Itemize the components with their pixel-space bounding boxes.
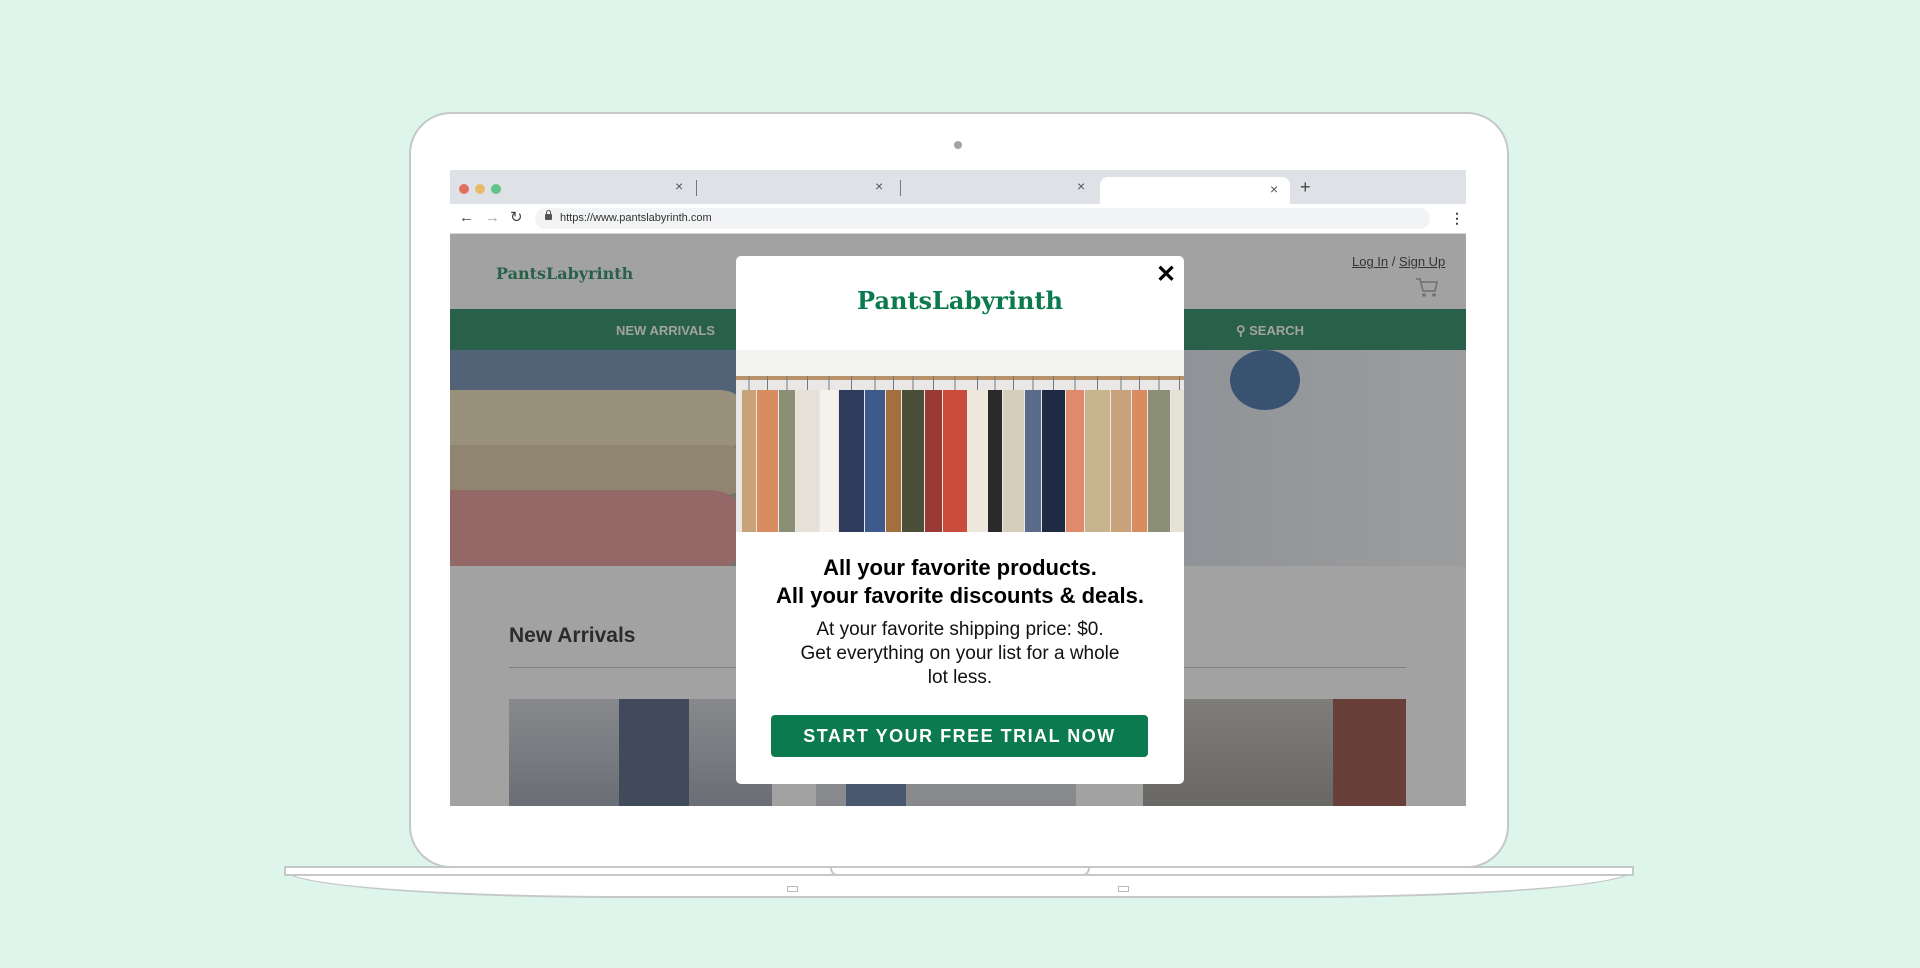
headline-line-1: All your favorite products. [823,555,1097,580]
garment [968,390,987,532]
tab-active[interactable]: × [1100,177,1290,204]
modal-body: At your favorite shipping price: $0. Get… [796,618,1124,690]
tab-close-icon[interactable]: × [1270,181,1278,197]
garment [925,390,942,532]
lock-icon [545,210,552,220]
tab-close-icon[interactable]: × [675,178,683,194]
garment [820,390,838,532]
garment [742,390,756,532]
garment [1025,390,1041,532]
tab-bar: × × × × + [450,170,1466,204]
garment [865,390,885,532]
reload-icon[interactable]: ↻ [510,209,523,227]
garment [886,390,901,532]
modal-logo: PantsLabyrinth [857,286,1063,315]
close-icon[interactable]: ✕ [1156,262,1176,288]
laptop-notch [830,868,1090,876]
clothing-rack-image [736,350,1184,532]
garment [1085,390,1110,532]
garment [1111,390,1131,532]
address-bar-row: ← → ↻ https://www.pantslabyrinth.com ⋮ [450,204,1466,234]
headline-line-2: All your favorite discounts & deals. [776,583,1144,608]
new-tab-icon[interactable]: + [1300,177,1311,197]
start-free-trial-button[interactable]: START YOUR FREE TRIAL NOW [771,715,1148,757]
tab-close-icon[interactable]: × [1077,178,1085,194]
garment [757,390,778,532]
camera-dot [954,141,962,149]
modal-headline: All your favorite products. All your fav… [736,554,1184,610]
url-text: https://www.pantslabyrinth.com [560,212,712,224]
garment [1066,390,1084,532]
window-zoom-dot[interactable] [491,184,501,194]
body-line-1: At your favorite shipping price: $0. [816,619,1104,640]
garment [839,390,864,532]
window-minimize-dot[interactable] [475,184,485,194]
tab-separator [696,180,697,196]
laptop-foot-left [787,886,798,892]
garment [1171,390,1184,532]
garment [796,390,819,532]
garment [779,390,795,532]
back-arrow-icon[interactable]: ← [459,209,474,227]
tab-close-icon[interactable]: × [875,178,883,194]
url-field[interactable]: https://www.pantslabyrinth.com [535,208,1430,229]
garment [1148,390,1170,532]
promo-modal: ✕ PantsLabyrinth All your favorite produ… [736,256,1184,784]
laptop-foot-right [1118,886,1129,892]
garment [1132,390,1147,532]
garment [1042,390,1065,532]
garment [988,390,1002,532]
browser-menu-icon[interactable]: ⋮ [1450,209,1464,227]
garment [1003,390,1024,532]
forward-arrow-icon[interactable]: → [485,209,500,227]
garment [943,390,967,532]
body-line-2: Get everything on your list for a whole … [800,643,1120,688]
tab-separator [900,180,901,196]
window-close-dot[interactable] [459,184,469,194]
garment [902,390,924,532]
